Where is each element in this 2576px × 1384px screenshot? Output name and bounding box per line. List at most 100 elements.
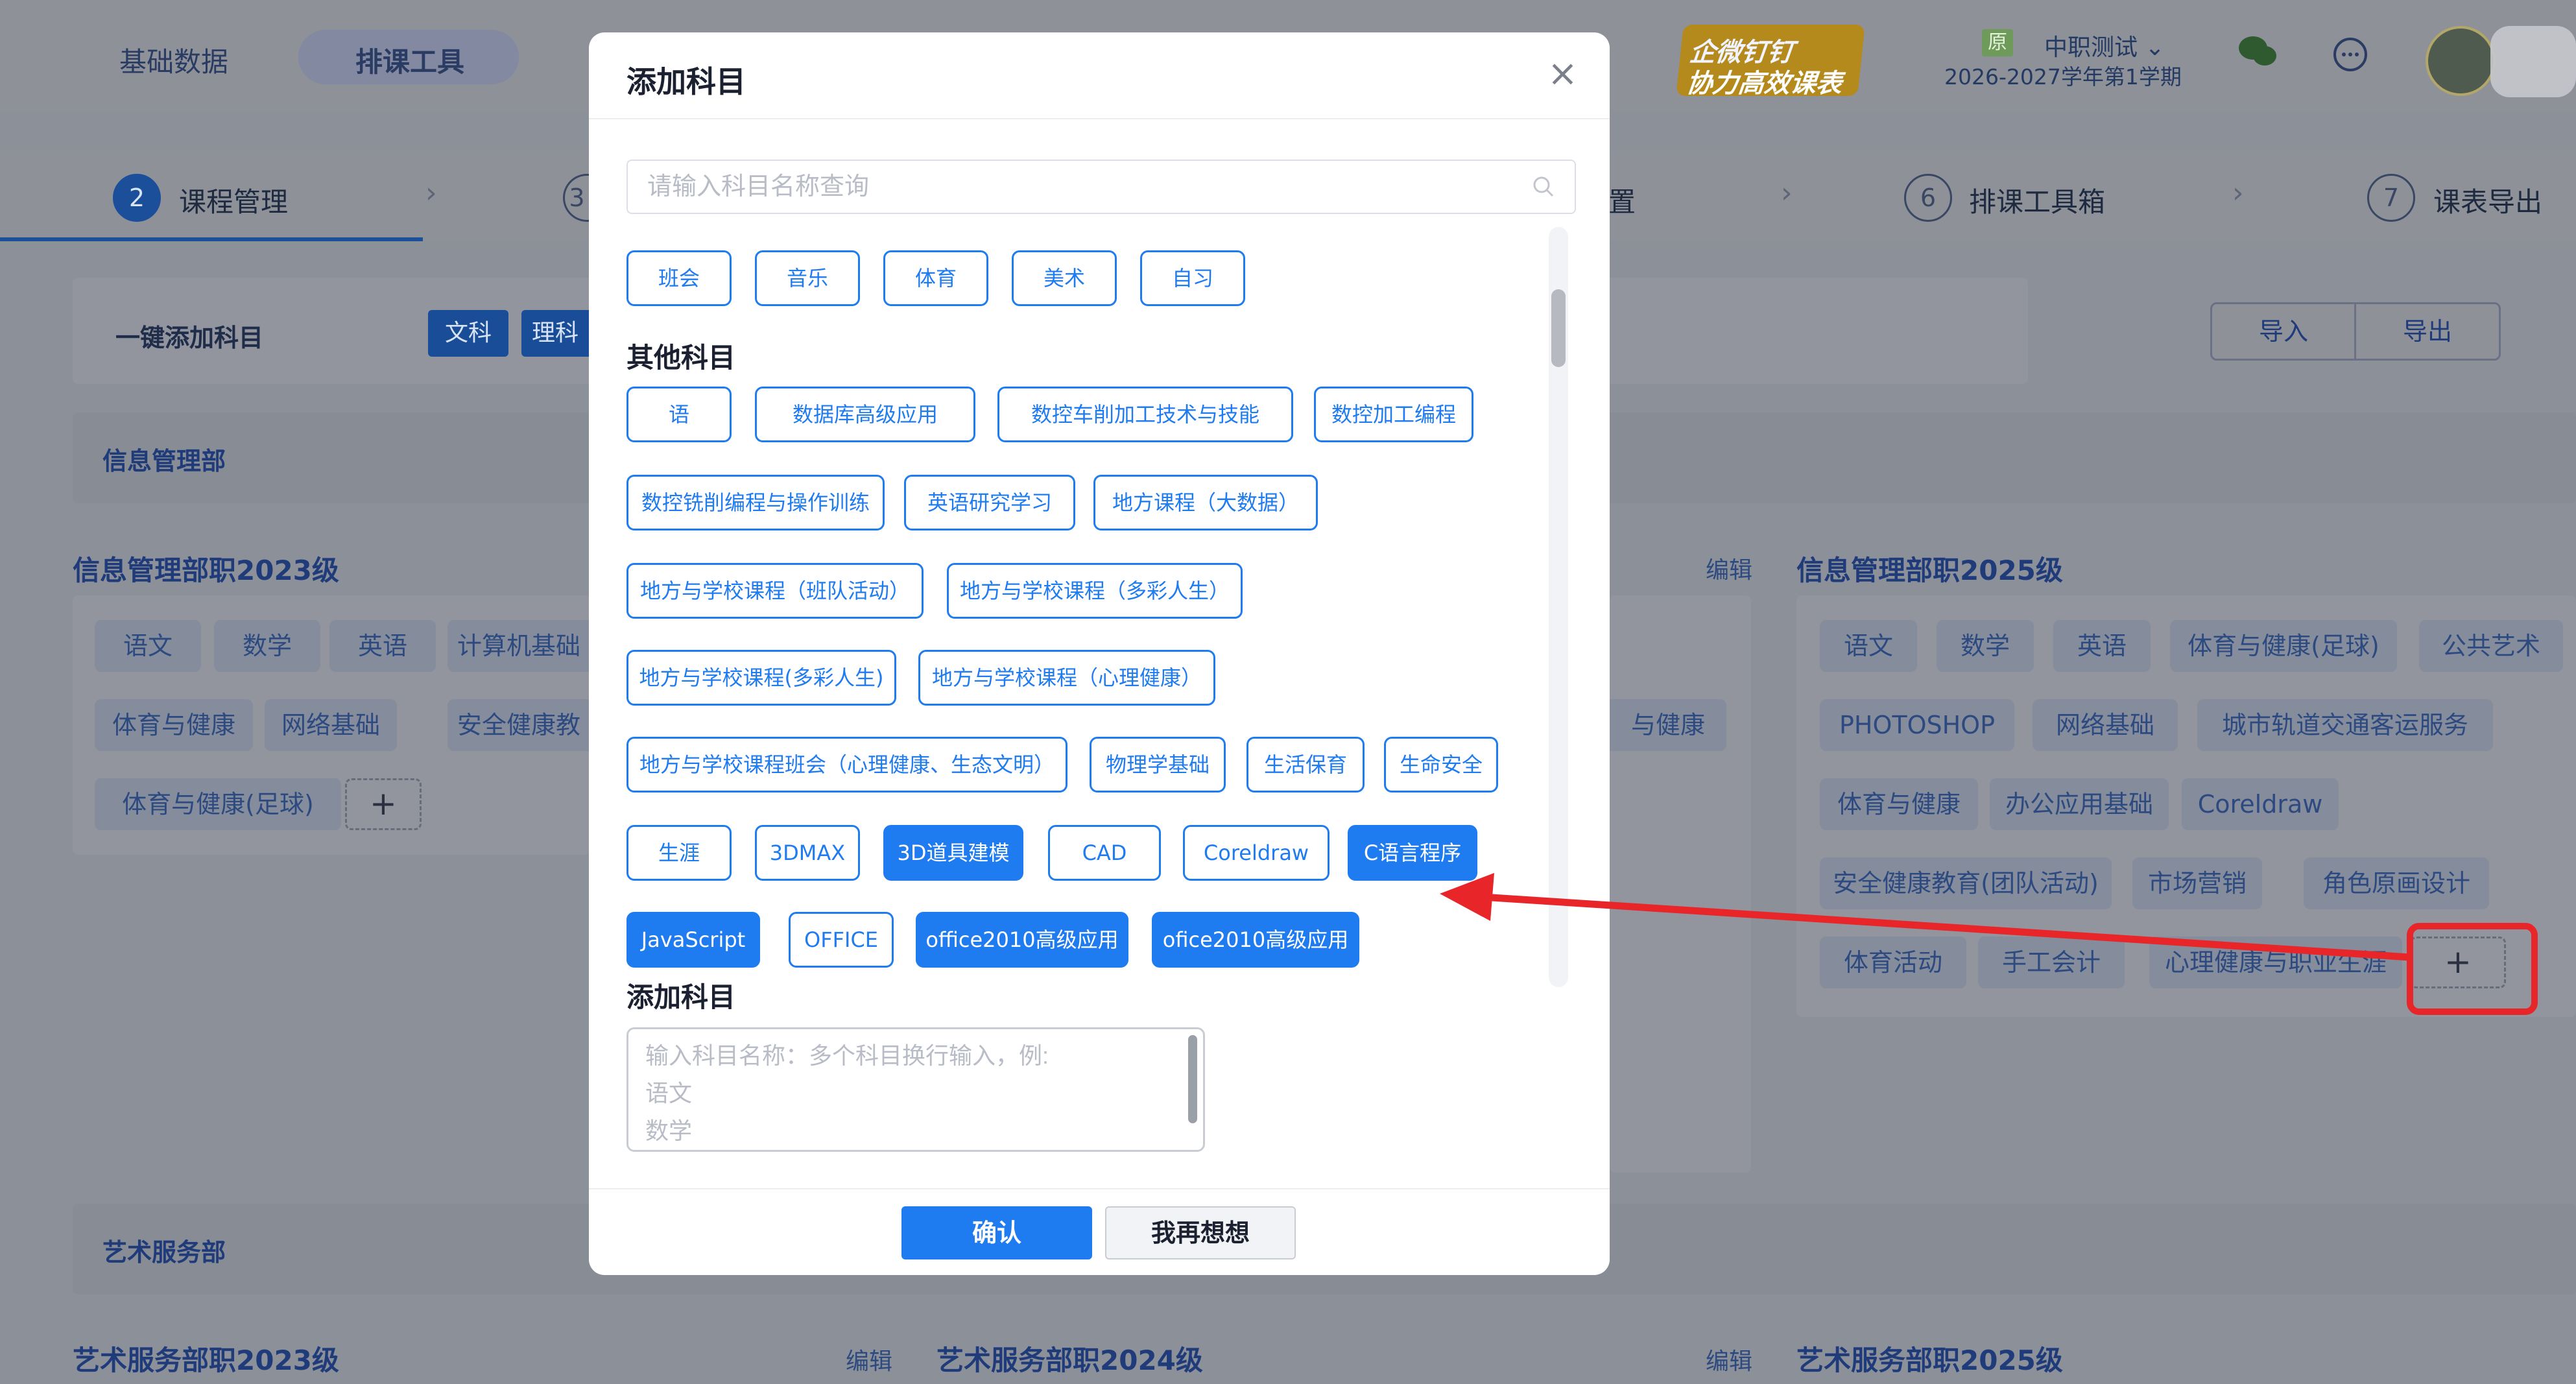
dialog-title: 添加科目 [626,64,746,99]
subject-tag[interactable]: 计算机基础 [447,620,590,672]
subject-tag[interactable]: 网络基础 [2033,699,2178,751]
nav-basic-data[interactable]: 基础数据 [119,40,228,80]
subject-chip[interactable]: 3DMAX [755,825,860,881]
subject-tag[interactable]: 数学 [1937,620,2034,672]
subject-chip[interactable]: 地方与学校课程（心理健康） [918,650,1215,706]
subject-chip[interactable]: OFFICE [789,912,894,968]
message-icon[interactable] [2331,35,2370,77]
card-2025-title: 信息管理部职2025级 [1796,555,2063,586]
subject-chip[interactable]: 音乐 [755,250,860,306]
textarea-scrollbar[interactable] [1188,1035,1197,1123]
subject-chip[interactable]: 体育 [883,250,988,306]
card-2024-partial: 与健康 [1610,595,1751,1173]
subject-chip-selected[interactable]: 3D道具建模 [883,825,1023,881]
subject-chip-selected[interactable]: C语言程序 [1348,825,1477,881]
subject-chip[interactable]: 生涯 [626,825,732,881]
tag-like-button[interactable]: 理科 [521,310,589,357]
subject-tag[interactable]: 角色原画设计 [2304,857,2489,909]
add-subject-textarea[interactable] [628,1029,1203,1150]
subject-chip[interactable]: 英语研究学习 [904,475,1075,531]
edit-link[interactable]: 编辑 [846,1342,892,1376]
subject-tag[interactable]: 与健康 [1610,699,1726,751]
subject-tag[interactable]: PHOTOSHOP [1820,699,2014,751]
subject-tag[interactable]: 数学 [214,620,320,672]
add-subject-textarea-wrap[interactable] [626,1027,1205,1152]
subject-tag[interactable]: 安全健康教育(团队活动) [1820,857,2112,909]
dept-art-title: 艺术服务部 [102,1238,226,1267]
subject-tag[interactable]: 办公应用基础 [1990,778,2169,830]
subject-tag[interactable]: 安全健康教 [447,699,590,751]
subject-chip[interactable]: 美术 [1012,250,1117,306]
subject-tag[interactable]: Coreldraw [2182,778,2339,830]
subject-tag[interactable]: 英语 [2053,620,2151,672]
subject-chip[interactable]: 生活保育 [1246,737,1365,793]
step-timetable-export[interactable]: 课表导出 [2433,180,2542,220]
subject-tag[interactable]: 英语 [329,620,436,672]
user-avatar[interactable] [2426,26,2496,96]
close-icon[interactable]: × [1547,56,1578,92]
org-name: 中职测试 [2044,34,2138,61]
step-2-number: 2 [113,174,161,222]
add-subject-plus-button[interactable]: + [345,778,422,830]
subject-chip[interactable]: 地方与学校课程（多彩人生） [947,563,1243,619]
subject-tag[interactable]: 城市轨道交通客运服务 [2197,699,2493,751]
import-button[interactable]: 导入 [2210,302,2357,361]
subject-chip[interactable]: 生命安全 [1384,737,1498,793]
wechat-icon[interactable] [2237,34,2279,79]
promo-logo[interactable]: 企微钉钉 协力高效课表 [1676,25,1865,99]
subject-chip[interactable]: CAD [1048,825,1161,881]
badge-yuan: 原 [1982,29,2013,56]
chevron-right-icon: › [2232,176,2244,209]
subject-tag[interactable]: 网络基础 [265,699,397,751]
scrollbar-thumb[interactable] [1551,289,1566,367]
step-course-management[interactable]: 课程管理 [179,180,288,220]
art-2023-title: 艺术服务部职2023级 [73,1344,339,1376]
tag-wenke-button[interactable]: 文科 [428,310,508,357]
subject-tag[interactable]: 体育与健康 [95,699,253,751]
step-setting-partial[interactable]: 置 [1608,180,1636,220]
confirm-button[interactable]: 确认 [901,1206,1092,1259]
edit-link[interactable]: 编辑 [1706,1342,1752,1376]
chevron-down-icon: ⌄ [2145,34,2165,61]
subject-chip[interactable]: 语 [626,387,732,442]
subject-chip[interactable]: 地方课程（大数据） [1093,475,1318,531]
subject-list-scroll-area[interactable]: 班会 音乐 体育 美术 自习 其他科目 语 数据库高级应用 数控车削加工技术与技… [626,224,1567,990]
subject-tag[interactable]: 体育与健康(足球) [95,778,341,830]
step-6-number: 6 [1904,174,1952,222]
subject-chip[interactable]: Coreldraw [1183,825,1330,881]
subject-chip[interactable]: 数据库高级应用 [755,387,975,442]
search-icon[interactable] [1531,174,1556,200]
edit-link[interactable]: 编辑 [1706,551,1752,585]
add-subject-plus-button-2025[interactable]: + [2410,937,2506,988]
subject-chip-selected[interactable]: JavaScript [626,912,760,968]
nav-schedule-tools[interactable]: 排课工具 [355,40,464,80]
subject-search-field[interactable] [626,160,1576,214]
dialog-footer-divider [589,1188,1610,1189]
subject-tag[interactable]: 体育与健康(足球) [2170,620,2397,672]
subject-chip[interactable]: 地方与学校课程班会（心理健康、生态文明） [626,737,1067,793]
subject-chip[interactable]: 地方与学校课程（班队活动） [626,563,924,619]
cancel-button[interactable]: 我再想想 [1105,1206,1296,1259]
subject-tag[interactable]: 体育活动 [1820,937,1966,988]
export-button[interactable]: 导出 [2354,302,2501,361]
user-name-blurred [2490,26,2576,97]
subject-tag[interactable]: 语文 [1820,620,1917,672]
subject-chip[interactable]: 数控铣削编程与操作训练 [626,475,885,531]
subject-tag[interactable]: 公共艺术 [2419,620,2563,672]
subject-tag[interactable]: 体育与健康 [1820,778,1978,830]
step-schedule-toolbox[interactable]: 排课工具箱 [1969,180,2105,220]
subject-search-input[interactable] [647,170,1516,204]
subject-chip[interactable]: 自习 [1140,250,1245,306]
subject-tag[interactable]: 手工会计 [1978,937,2125,988]
subject-chip[interactable]: 数控车削加工技术与技能 [997,387,1293,442]
subject-chip[interactable]: 地方与学校课程(多彩人生) [626,650,896,706]
org-selector[interactable]: 中职测试 ⌄ [2044,29,2165,62]
subject-tag[interactable]: 心理健康与职业生涯 [2149,937,2402,988]
subject-tag[interactable]: 语文 [95,620,201,672]
subject-chip-selected[interactable]: office2010高级应用 [916,912,1128,968]
subject-chip-selected[interactable]: ofice2010高级应用 [1152,912,1359,968]
subject-chip[interactable]: 数控加工编程 [1314,387,1473,442]
subject-chip[interactable]: 物理学基础 [1090,737,1226,793]
subject-chip[interactable]: 班会 [626,250,732,306]
subject-tag[interactable]: 市场营销 [2132,857,2262,909]
